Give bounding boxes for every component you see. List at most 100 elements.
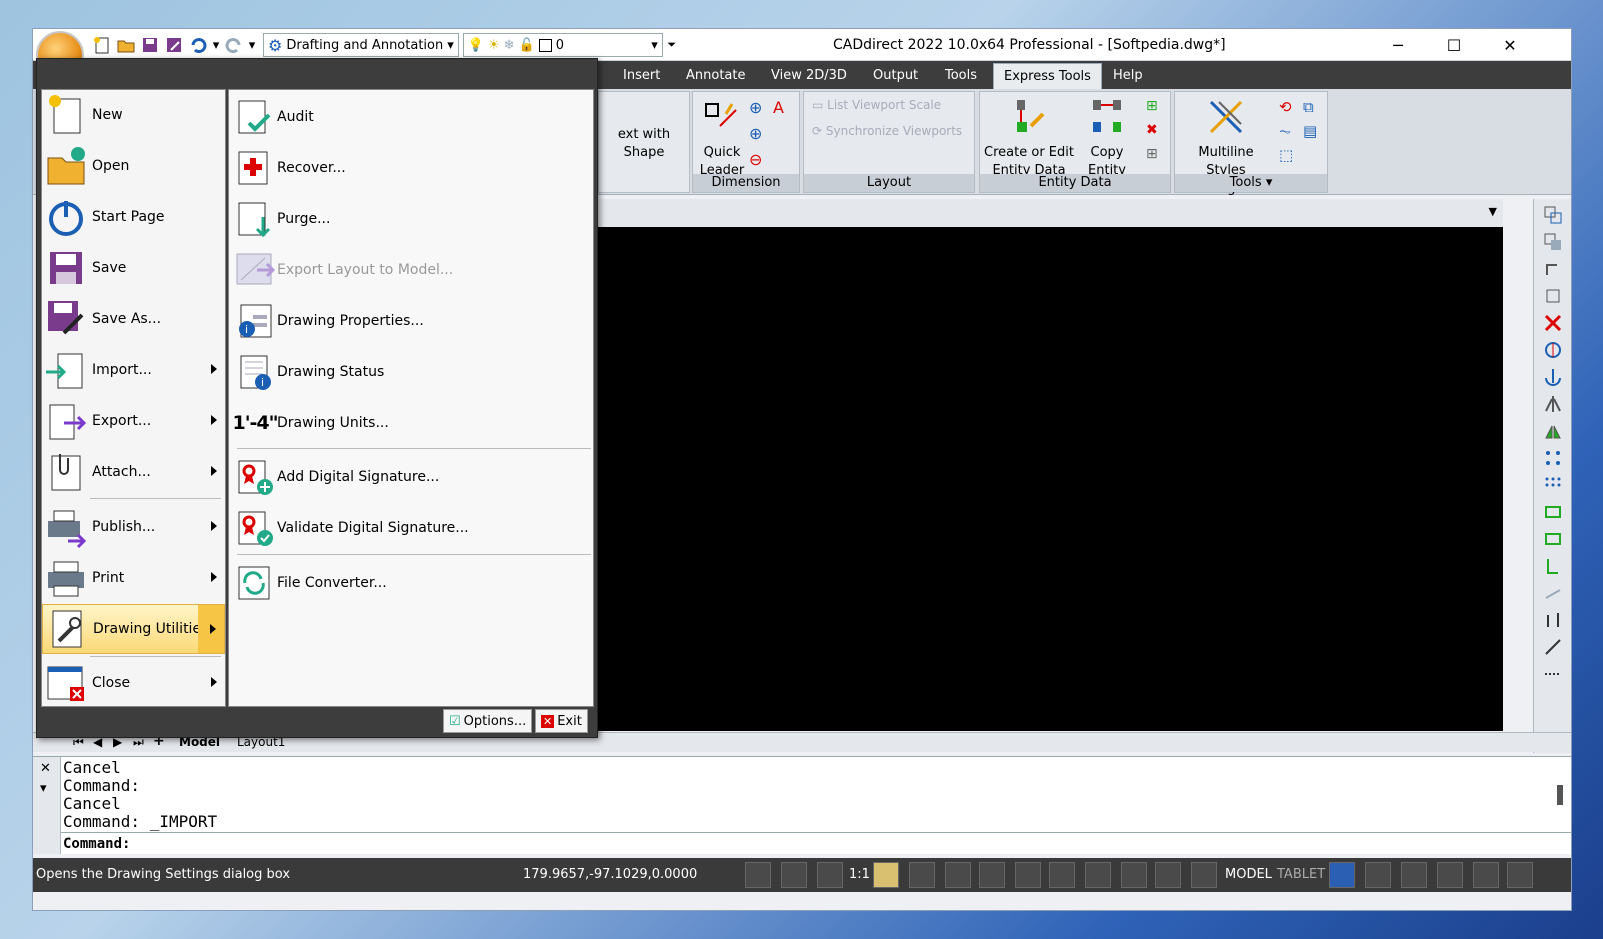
menu-item-file-converter[interactable]: File Converter...: [229, 558, 593, 608]
menu-item-validate-digital-signature[interactable]: Validate Digital Signature...: [229, 503, 593, 553]
tab-output[interactable]: Output: [863, 63, 928, 89]
quick-leader-button[interactable]: Quick Leader: [697, 98, 747, 180]
snap-icon[interactable]: [745, 862, 771, 888]
undo-dropdown-icon[interactable]: ▾: [211, 34, 221, 56]
trim-icon[interactable]: [1542, 555, 1564, 577]
annotation-visibility-icon[interactable]: [873, 862, 899, 888]
workspace-dropdown[interactable]: ⚙ Drafting and Annotation ▾: [263, 33, 459, 57]
mirror-copy-icon[interactable]: [1542, 231, 1564, 253]
create-edit-entity-data-button[interactable]: Create or Edit Entity Data: [984, 96, 1074, 180]
chevron-down-icon[interactable]: ▾: [40, 781, 47, 796]
lineweight-icon[interactable]: [1155, 862, 1181, 888]
menu-item-drawing-utilities[interactable]: Drawing Utilities: [42, 604, 225, 654]
break-icon[interactable]: [1542, 609, 1564, 631]
menu-item-start-page[interactable]: Start Page: [42, 192, 225, 242]
leader-annotate-icon[interactable]: A: [773, 98, 784, 117]
command-input[interactable]: Command:: [61, 832, 1571, 854]
menu-item-close[interactable]: Close: [42, 658, 225, 708]
leader-add-vertex-icon[interactable]: ⊕: [749, 124, 762, 143]
layer-dropdown[interactable]: 💡 ☀ ❄ 🔓 0 ▾: [462, 33, 663, 57]
object-snap-icon[interactable]: [1015, 862, 1041, 888]
tab-help[interactable]: Help: [1103, 63, 1153, 89]
maximize-button[interactable]: ☐: [1431, 29, 1477, 61]
tab-tools[interactable]: Tools: [935, 63, 987, 89]
menu-item-new[interactable]: New: [42, 90, 225, 140]
minimize-button[interactable]: ─: [1375, 29, 1421, 61]
info-icon[interactable]: [1473, 862, 1499, 888]
stretch-icon[interactable]: [1542, 528, 1564, 550]
measure-icon[interactable]: [1542, 663, 1564, 685]
tools-windows-icon[interactable]: ⧉: [1303, 98, 1314, 116]
chamfer-icon[interactable]: [1542, 636, 1564, 658]
menu-item-audit[interactable]: Audit: [229, 92, 593, 142]
menu-item-add-digital-signature[interactable]: Add Digital Signature...: [229, 452, 593, 502]
tab-insert[interactable]: Insert: [613, 63, 670, 89]
ortho-icon[interactable]: [781, 862, 807, 888]
menu-item-drawing-units[interactable]: 1'-4" Drawing Units...: [229, 398, 593, 448]
clean-screen-icon[interactable]: [1507, 862, 1533, 888]
tools-panel-icon[interactable]: ▤: [1303, 122, 1317, 140]
tablet-toggle[interactable]: TABLET: [1277, 867, 1325, 882]
tools-graph-icon[interactable]: ⏦: [1279, 122, 1291, 140]
snap-grid-icon[interactable]: [945, 862, 971, 888]
auto-scale-icon[interactable]: [909, 862, 935, 888]
lock-ui-icon[interactable]: [1365, 862, 1391, 888]
menu-item-save[interactable]: Save: [42, 243, 225, 293]
workspace-gear-icon[interactable]: [1329, 862, 1355, 888]
rotate-icon[interactable]: [1542, 258, 1564, 280]
leader-add-icon[interactable]: ⊕: [749, 98, 762, 117]
menu-item-export-layout-to-model[interactable]: Export Layout to Model...: [229, 245, 593, 295]
object-track-icon[interactable]: [1049, 862, 1075, 888]
exit-button[interactable]: ✕ Exit: [535, 709, 588, 733]
menu-item-export[interactable]: Export...: [42, 396, 225, 446]
entity-data-link-icon[interactable]: ⊞: [1146, 98, 1158, 114]
text-with-shape-button[interactable]: ext with Shape: [599, 126, 689, 162]
dynamic-input-icon[interactable]: [1121, 862, 1147, 888]
tab-express-tools[interactable]: Express Tools: [993, 63, 1102, 89]
menu-item-publish[interactable]: Publish...: [42, 502, 225, 552]
tools-panel-label[interactable]: Tools ▾: [1175, 174, 1327, 192]
quick-properties-icon[interactable]: [1191, 862, 1217, 888]
array-icon[interactable]: [1542, 447, 1564, 469]
sync-viewports-button[interactable]: ⟳ Synchronize Viewports: [812, 124, 962, 138]
offset-icon[interactable]: [1542, 501, 1564, 523]
options-button[interactable]: ☑ Options...: [443, 709, 533, 733]
erase-icon[interactable]: [1542, 312, 1564, 334]
entity-data-delete-icon[interactable]: ✖: [1146, 122, 1158, 138]
save-as-icon[interactable]: [163, 34, 185, 56]
command-scrollbar[interactable]: [1557, 785, 1563, 805]
mirror-3d-icon[interactable]: [1542, 420, 1564, 442]
dynamic-ucs-icon[interactable]: [1085, 862, 1111, 888]
undo-icon[interactable]: [187, 34, 209, 56]
redo-icon[interactable]: [223, 34, 245, 56]
list-viewport-scale-button[interactable]: ▭ List Viewport Scale: [812, 98, 941, 112]
grid-icon[interactable]: [979, 862, 1005, 888]
menu-item-drawing-properties[interactable]: i Drawing Properties...: [229, 296, 593, 346]
close-icon[interactable]: ✕: [40, 761, 51, 776]
open-icon[interactable]: [115, 34, 137, 56]
new-icon[interactable]: [91, 34, 113, 56]
menu-item-recover[interactable]: Recover...: [229, 143, 593, 193]
extend-icon[interactable]: [1542, 582, 1564, 604]
move-icon[interactable]: [1542, 339, 1564, 361]
tab-view[interactable]: View 2D/3D: [761, 63, 857, 89]
isolate-icon[interactable]: [1401, 862, 1427, 888]
menu-item-drawing-status[interactable]: i Drawing Status: [229, 347, 593, 397]
windows-icon[interactable]: [1437, 862, 1463, 888]
drawing-canvas[interactable]: [598, 227, 1503, 731]
leader-remove-vertex-icon[interactable]: ⊖: [749, 150, 762, 169]
redo-dropdown-icon[interactable]: ▾: [247, 34, 257, 56]
menu-item-import[interactable]: Import...: [42, 345, 225, 395]
tools-select-icon[interactable]: ⬚: [1279, 146, 1293, 164]
annotation-scale[interactable]: 1:1: [849, 867, 870, 882]
customize-toolbar-icon[interactable]: ⏷: [665, 34, 679, 56]
mirror-icon[interactable]: [1542, 393, 1564, 415]
drawing-tabs-dropdown-icon[interactable]: ▼: [1489, 205, 1497, 218]
copy-icon[interactable]: [1542, 204, 1564, 226]
close-button[interactable]: ✕: [1487, 29, 1533, 61]
anchor-icon[interactable]: [1542, 366, 1564, 388]
menu-item-save-as[interactable]: Save As...: [42, 294, 225, 344]
scale-icon[interactable]: [1542, 285, 1564, 307]
save-icon[interactable]: [139, 34, 161, 56]
menu-item-attach[interactable]: Attach...: [42, 447, 225, 497]
